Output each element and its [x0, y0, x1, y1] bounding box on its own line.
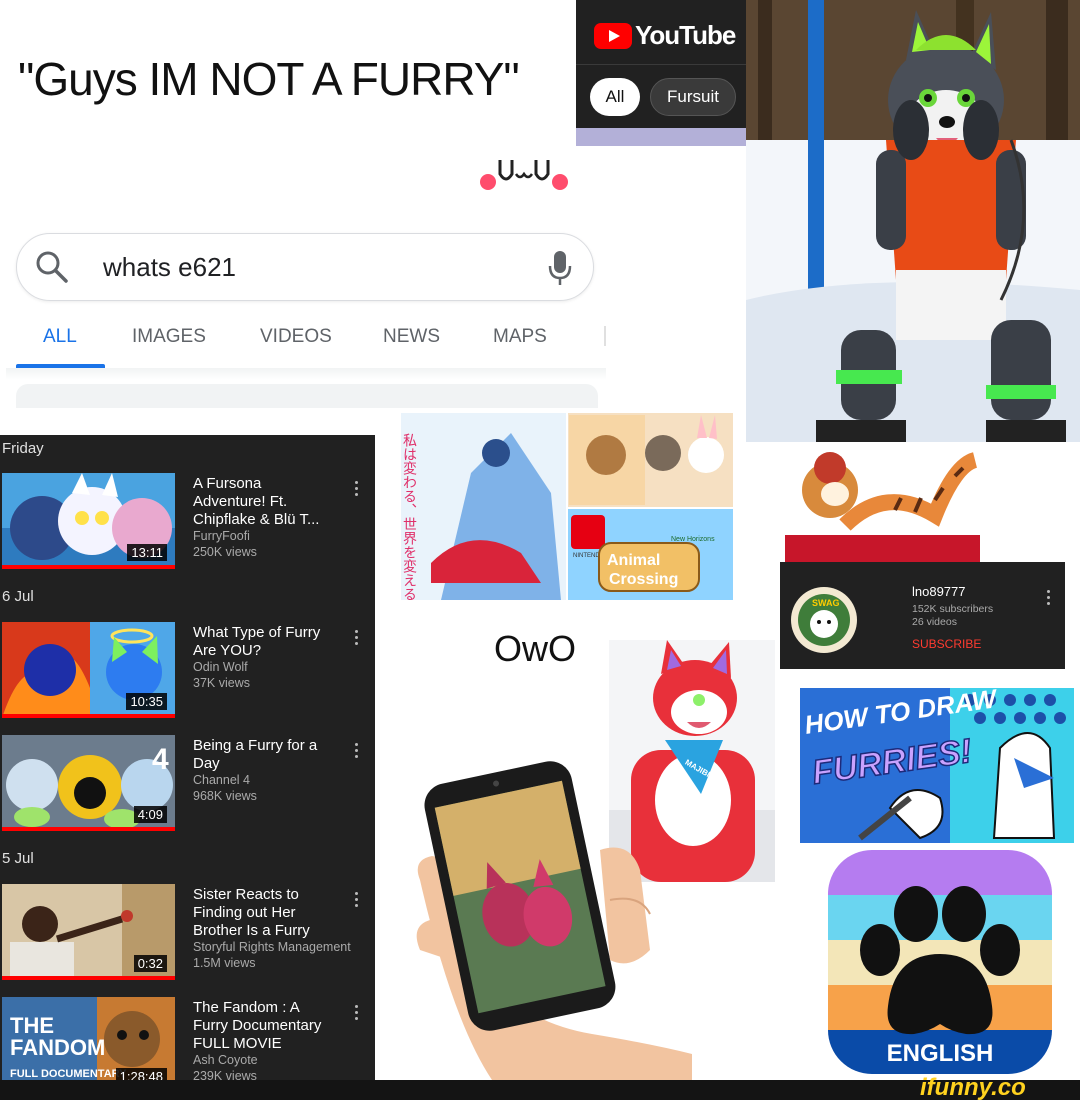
search-icon[interactable] — [35, 250, 69, 284]
video-channel[interactable]: Ash Coyote — [193, 1053, 258, 1068]
more-options-icon[interactable] — [354, 481, 360, 501]
owo-text: OwO — [494, 628, 577, 669]
japanese-tagline: 私は変わる、世界を変える。 — [401, 433, 417, 600]
subscriber-count: 152K subscribers — [912, 603, 994, 615]
video-views: 1.5M views — [193, 956, 256, 970]
video-views: 239K views — [193, 1069, 257, 1080]
video-channel[interactable]: FurryFoofi — [193, 529, 250, 544]
video-thumbnail[interactable]: 10:35 — [2, 622, 175, 718]
more-options-icon[interactable] — [1046, 590, 1052, 610]
video-thumbnail[interactable]: 4 4:09 — [2, 735, 175, 831]
search-query-text[interactable]: whats e621 — [103, 252, 236, 283]
day-header: Friday — [2, 440, 44, 457]
video-duration: 0:32 — [133, 955, 167, 972]
fandom-title-art-2: FANDOM — [10, 1035, 105, 1060]
header-divider — [576, 64, 746, 65]
result-card-edge — [16, 384, 598, 408]
video-channel[interactable]: Odin Wolf — [193, 660, 248, 675]
youtube-logo[interactable]: YouTube — [594, 20, 736, 51]
video-thumbnail[interactable]: THE FANDOM FULL DOCUMENTARY 1:28:48 — [2, 997, 175, 1080]
more-options-icon[interactable] — [354, 743, 360, 763]
video-thumbnail[interactable]: 0:32 — [2, 884, 175, 980]
video-channel[interactable]: Channel 4 — [193, 773, 250, 788]
more-options-icon[interactable] — [354, 892, 360, 912]
chip-fursuit[interactable]: Fursuit — [650, 78, 736, 116]
uwu-emoticon — [480, 160, 568, 190]
video-item[interactable]: 10:35 What Type of Furry Are YOU? Odin W… — [2, 622, 372, 722]
video-duration: 10:35 — [126, 693, 167, 710]
channel-card[interactable]: SWAG lno89777 152K subscribers 26 videos… — [780, 562, 1065, 669]
bottom-bar — [0, 1080, 1080, 1100]
how-to-draw-furries-thumbnail: HOW TO DRAW FURRIES! — [800, 688, 1074, 843]
watch-progress-bar — [2, 827, 175, 831]
tabs-separator — [604, 326, 606, 346]
video-thumbnail[interactable]: 13:11 — [2, 473, 175, 569]
video-item[interactable]: 13:11 A Fursona Adventure! Ft. Chipflake… — [2, 473, 372, 573]
microphone-icon[interactable] — [545, 248, 575, 288]
tab-videos[interactable]: VIDEOS — [260, 326, 332, 348]
video-title[interactable]: What Type of Furry Are YOU? — [193, 624, 333, 660]
fandom-subtitle-art: FULL DOCUMENTARY — [10, 1068, 127, 1080]
crossing-logo: Crossing — [609, 571, 678, 588]
video-title[interactable]: The Fandom : A Furry Documentary FULL MO… — [193, 999, 333, 1053]
video-duration: 4:09 — [133, 806, 167, 823]
header-bottom-bar — [576, 128, 746, 146]
video-count: 26 videos — [912, 616, 957, 628]
tab-maps[interactable]: MAPS — [493, 326, 547, 348]
day-header: 6 Jul — [2, 588, 34, 605]
video-views: 250K views — [193, 545, 257, 559]
tab-all[interactable]: ALL — [43, 326, 77, 348]
channel4-logo: 4 — [152, 743, 169, 776]
husky-fursuit-photo — [746, 0, 1080, 442]
watch-progress-bar — [2, 565, 175, 569]
tiger-furry-artwork — [785, 450, 980, 562]
more-options-icon[interactable] — [354, 1005, 360, 1025]
chip-all[interactable]: All — [590, 78, 640, 116]
ifunny-watermark: ifunny.co — [920, 1074, 1026, 1101]
youtube-play-icon — [594, 22, 632, 49]
google-search-bar[interactable]: whats e621 — [16, 233, 594, 301]
day-header: 5 Jul — [2, 850, 34, 867]
video-title[interactable]: Being a Furry for a Day — [193, 737, 333, 773]
video-title[interactable]: Sister Reacts to Finding out Her Brother… — [193, 886, 333, 940]
watch-progress-bar — [2, 976, 175, 980]
tab-news[interactable]: NEWS — [383, 326, 440, 348]
tabs-shadow — [6, 368, 606, 380]
video-channel[interactable]: Storyful Rights Management — [193, 940, 351, 955]
anime-game-collage: 私は変わる、世界を変える。 NINTENDO SWITCH Animal Cro… — [401, 413, 733, 600]
search-tabs: ALL IMAGES VIDEOS NEWS MAPS — [16, 314, 606, 370]
video-title[interactable]: A Fursona Adventure! Ft. Chipflake & Blü… — [193, 475, 333, 529]
video-duration: 1:28:48 — [115, 1068, 167, 1080]
channel-name[interactable]: lno89777 — [912, 584, 966, 599]
avatar-text: SWAG — [812, 598, 840, 608]
youtube-header: YouTube All Fursuit — [576, 0, 746, 146]
youtube-wordmark: YouTube — [635, 20, 736, 50]
more-options-icon[interactable] — [354, 630, 360, 650]
video-item[interactable]: 0:32 Sister Reacts to Finding out Her Br… — [2, 884, 372, 984]
animal-crossing-logo: Animal — [607, 552, 660, 569]
new-horizons-logo: New Horizons — [671, 536, 715, 543]
video-views: 37K views — [193, 676, 250, 690]
video-item[interactable]: THE FANDOM FULL DOCUMENTARY 1:28:48 The … — [2, 997, 372, 1080]
subscribe-button[interactable]: SUBSCRIBE — [912, 637, 981, 651]
youtube-history-list: Friday 13:11 A Fursona Adventure! Ft. Ch… — [0, 435, 375, 1080]
video-duration: 13:11 — [127, 544, 167, 561]
video-item[interactable]: 4 4:09 Being a Furry for a Day Channel 4… — [2, 735, 372, 835]
tab-images[interactable]: IMAGES — [132, 326, 206, 348]
hand-holding-phone — [416, 761, 692, 1080]
app-language-label: ENGLISH — [886, 1040, 994, 1067]
channel-avatar[interactable]: SWAG — [790, 586, 858, 654]
meme-caption: "Guys IM NOT A FURRY" — [18, 53, 520, 105]
video-views: 968K views — [193, 789, 257, 803]
watch-progress-bar — [2, 714, 175, 718]
